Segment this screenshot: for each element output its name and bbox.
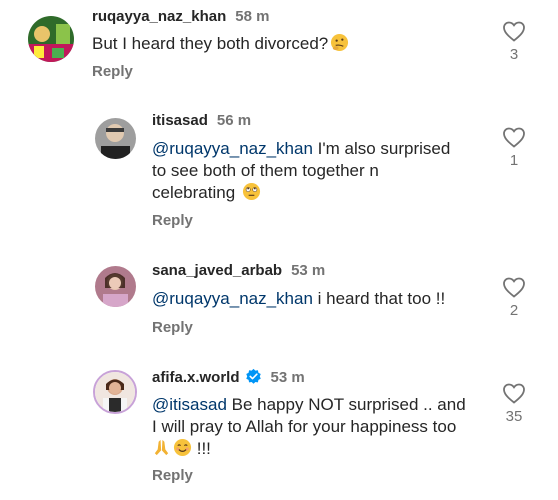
avatar[interactable]	[28, 16, 74, 62]
mention-link[interactable]: @ruqayya_naz_khan	[152, 289, 313, 308]
comment-body-line2: I will pray to Allah for your happiness …	[152, 417, 457, 436]
reply-button[interactable]: Reply	[152, 467, 193, 484]
comment-body-line3: !!!	[196, 439, 211, 458]
comment-meta: itisasad 56 m	[152, 112, 251, 129]
avatar[interactable]	[93, 370, 137, 414]
like-area: 1	[502, 126, 526, 169]
reply-button[interactable]: Reply	[152, 319, 193, 336]
comment-body-line2: to see both of them together n	[152, 161, 379, 180]
timestamp: 56 m	[216, 112, 252, 129]
comment-text: @itisasad Be happy NOT surprised .. and …	[152, 394, 466, 460]
eye-roll-emoji-icon	[242, 182, 260, 201]
heart-icon[interactable]	[502, 382, 526, 404]
like-area: 3	[502, 20, 526, 63]
reply-button[interactable]: Reply	[92, 63, 133, 80]
username[interactable]: afifa.x.world	[152, 369, 240, 386]
verified-badge-icon	[245, 368, 261, 384]
mention-link[interactable]: @ruqayya_naz_khan	[152, 139, 313, 158]
reply-button[interactable]: Reply	[152, 212, 193, 229]
username[interactable]: sana_javed_arbab	[152, 262, 282, 279]
comment-meta: ruqayya_naz_khan 58 m	[92, 8, 269, 25]
like-count: 3	[509, 46, 519, 63]
avatar[interactable]	[95, 266, 136, 307]
comment-body: Be happy NOT surprised .. and	[226, 395, 466, 414]
username[interactable]: itisasad	[152, 112, 208, 129]
folded-hands-emoji-icon	[154, 439, 169, 456]
comment-body: I'm also surprised	[312, 139, 451, 158]
comment-body: i heard that too !!	[312, 289, 446, 308]
thinking-emoji-icon	[331, 33, 349, 52]
like-area: 2	[502, 276, 526, 319]
username[interactable]: ruqayya_naz_khan	[92, 8, 226, 25]
comment-meta: afifa.x.world 53 m	[152, 368, 305, 386]
like-count: 1	[509, 152, 519, 169]
avatar[interactable]	[95, 118, 136, 159]
like-area: 35	[502, 382, 526, 425]
like-count: 35	[505, 408, 523, 425]
comment-meta: sana_javed_arbab 53 m	[152, 262, 325, 279]
comment-body-line3: celebrating	[152, 183, 236, 202]
heart-icon[interactable]	[502, 276, 526, 298]
timestamp: 53 m	[270, 369, 305, 386]
heart-icon[interactable]	[502, 20, 526, 42]
timestamp: 53 m	[291, 262, 326, 279]
comment-text: @ruqayya_naz_khan i heard that too !!	[152, 288, 445, 310]
comment-text: But I heard they both divorced?	[92, 33, 349, 55]
comment-text: @ruqayya_naz_khan I'm also surprised to …	[152, 138, 450, 204]
mention-link[interactable]: @itisasad	[152, 395, 227, 414]
timestamp: 58 m	[235, 8, 270, 25]
like-count: 2	[509, 302, 519, 319]
comment-body: But I heard they both divorced?	[92, 34, 329, 53]
smiling-emoji-icon	[173, 438, 192, 457]
heart-icon[interactable]	[502, 126, 526, 148]
